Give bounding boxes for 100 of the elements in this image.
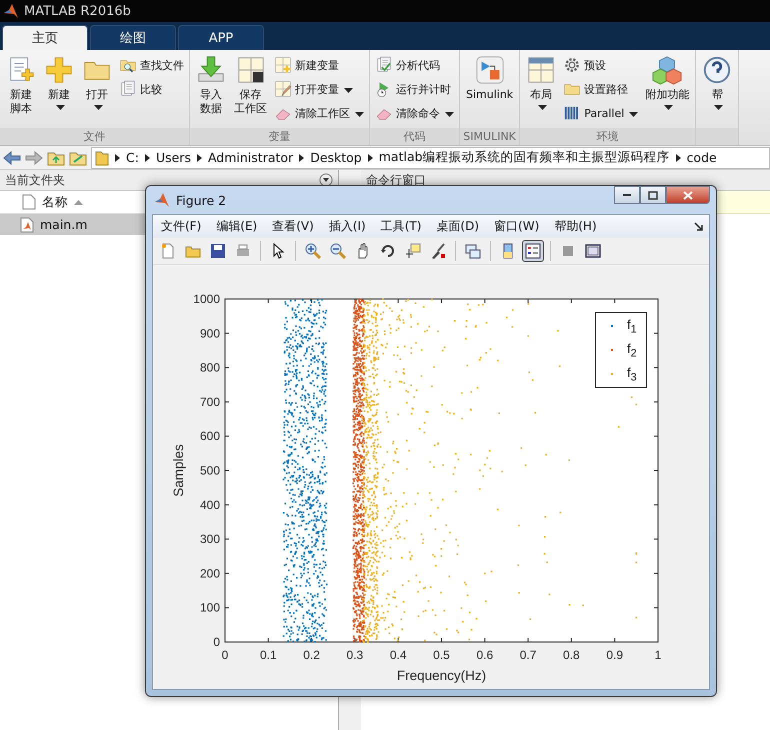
ribbon-button[interactable]: 布局 (523, 53, 560, 128)
ribbon-button[interactable]: 保存 工作区 (231, 53, 270, 128)
group-label: 代码 (404, 129, 426, 144)
tick-label: 800 (200, 360, 220, 375)
folder-icon (95, 150, 109, 166)
ribbon-button[interactable]: 分析代码 (373, 54, 456, 76)
ribbon-tab[interactable]: 主页 (2, 25, 88, 50)
tick-label: 1000 (193, 292, 220, 306)
chevron-icon (676, 154, 681, 162)
path-crumb[interactable]: Users (156, 150, 191, 165)
ribbon-button[interactable]: 清除命令 (373, 102, 456, 124)
chevron-icon (115, 154, 120, 162)
ribbon-button[interactable]: 清除工作区 (272, 102, 366, 124)
menu-item[interactable]: 帮助(H) (554, 218, 597, 235)
tick-label: 500 (200, 464, 220, 478)
menu-item[interactable]: 文件(F) (161, 218, 202, 235)
tick-label: 0.8 (563, 648, 580, 662)
close-button[interactable] (666, 186, 710, 204)
tick-label: 300 (200, 532, 220, 546)
menu-item[interactable]: 工具(T) (380, 218, 422, 235)
link-icon (465, 243, 481, 259)
ribbon-tab[interactable]: 绘图 (90, 25, 176, 50)
menu-item[interactable]: 桌面(D) (436, 218, 480, 235)
plus-icon (44, 55, 74, 85)
figure-title: Figure 2 (176, 192, 226, 208)
path-field[interactable]: C: Users Administrator Desktop matlab编程振动系统的固有频率和主振型源码程序 code (91, 146, 770, 168)
browse-folder-icon[interactable] (69, 150, 87, 166)
ribbon-button[interactable]: 附加功能 (642, 53, 692, 128)
forward-arrow-icon[interactable] (25, 150, 43, 164)
ribbon-button[interactable]: 打开 (79, 53, 115, 128)
brush-icon (430, 243, 446, 259)
maximize-icon (648, 190, 658, 200)
menu-item[interactable]: 插入(I) (328, 218, 366, 235)
maximize-button[interactable] (640, 186, 666, 204)
grid-disk-icon (236, 55, 266, 85)
grid-plus-icon (274, 56, 292, 74)
chevron-icon (368, 154, 373, 162)
matlab-logo-icon (3, 3, 19, 19)
legend-label: f$_{1}$ (627, 316, 637, 336)
file-row[interactable]: main.m (0, 214, 145, 235)
ribbon-button[interactable]: 新建变量 (272, 54, 366, 76)
tick-label: 0.6 (476, 648, 494, 662)
ribbon-button[interactable]: 查找文件 (117, 54, 186, 76)
x-axis-label: Frequency(Hz) (396, 668, 486, 683)
zoom-out-icon (330, 243, 346, 259)
ribbon-button[interactable]: 新建 (41, 53, 77, 128)
ribbon-button[interactable]: 运行并计时 (373, 78, 456, 100)
data-cursor-icon (405, 243, 421, 259)
tick-label: 0.1 (260, 648, 277, 662)
ribbon-button[interactable]: 导入 数据 (193, 53, 229, 128)
ribbon-button[interactable]: 比较 (117, 78, 186, 100)
close-icon (683, 190, 693, 200)
documents-icon (119, 80, 137, 98)
tick-label: 900 (200, 326, 220, 340)
path-crumb[interactable]: C: (126, 150, 139, 165)
matlab-logo-icon (154, 192, 170, 208)
menu-item[interactable]: 编辑(E) (216, 218, 258, 235)
y-axis-label: Samples (171, 444, 186, 497)
tick-label: 0.7 (520, 648, 536, 662)
group-label: 文件 (84, 129, 106, 144)
tick-label: 0 (213, 635, 220, 649)
ribbon-button[interactable]: 帮 (699, 53, 736, 128)
up-folder-icon[interactable] (47, 150, 65, 166)
ribbon-button[interactable]: Simulink (463, 53, 516, 128)
legend-label: f$_{3}$ (627, 364, 637, 384)
tick-label: 1 (654, 648, 662, 662)
ribbon-button[interactable]: Parallel (561, 102, 640, 124)
tick-label: 0 (222, 648, 228, 662)
tick-label: 0.4 (390, 648, 407, 662)
menu-item[interactable]: 窗口(W) (494, 218, 540, 235)
ribbon-button[interactable]: 打开变量 (272, 78, 366, 100)
ribbon-button[interactable]: 新建 脚本 (3, 53, 39, 128)
settings-icon (563, 56, 582, 74)
tick-label: 400 (200, 498, 220, 512)
window-layout-icon (526, 55, 556, 85)
panel-menu-icon[interactable] (319, 173, 333, 187)
ribbon-button[interactable]: 预设 (561, 54, 640, 76)
minimize-button[interactable] (614, 186, 640, 204)
column-header[interactable]: 名称 (42, 194, 68, 210)
path-crumb[interactable]: matlab编程振动系统的固有频率和主振型源码程序 (378, 149, 670, 166)
back-arrow-icon[interactable] (3, 150, 21, 164)
group-label: 变量 (268, 129, 290, 144)
panel-title: 当前文件夹 (5, 172, 65, 188)
chevron-icon (196, 154, 202, 162)
window-title: MATLAB R2016b (24, 4, 131, 18)
new-document-icon (160, 243, 176, 259)
tick-label: 700 (200, 394, 220, 409)
dock-arrow-icon[interactable] (694, 222, 703, 231)
menu-item[interactable]: 查看(V) (272, 218, 314, 235)
tick-label: 600 (200, 429, 220, 444)
path-crumb[interactable]: Administrator (208, 150, 294, 165)
frame-icon (585, 243, 601, 259)
ribbon-button[interactable]: 设置路径 (561, 78, 640, 100)
ribbon-tab[interactable]: APP (178, 25, 264, 50)
toolbar-button[interactable] (522, 240, 544, 262)
path-crumb[interactable]: code (686, 150, 717, 165)
tick-label: 0.3 (346, 648, 364, 662)
tick-label: 100 (200, 600, 220, 615)
chevron-icon (299, 154, 304, 162)
path-crumb[interactable]: Desktop (310, 150, 362, 165)
